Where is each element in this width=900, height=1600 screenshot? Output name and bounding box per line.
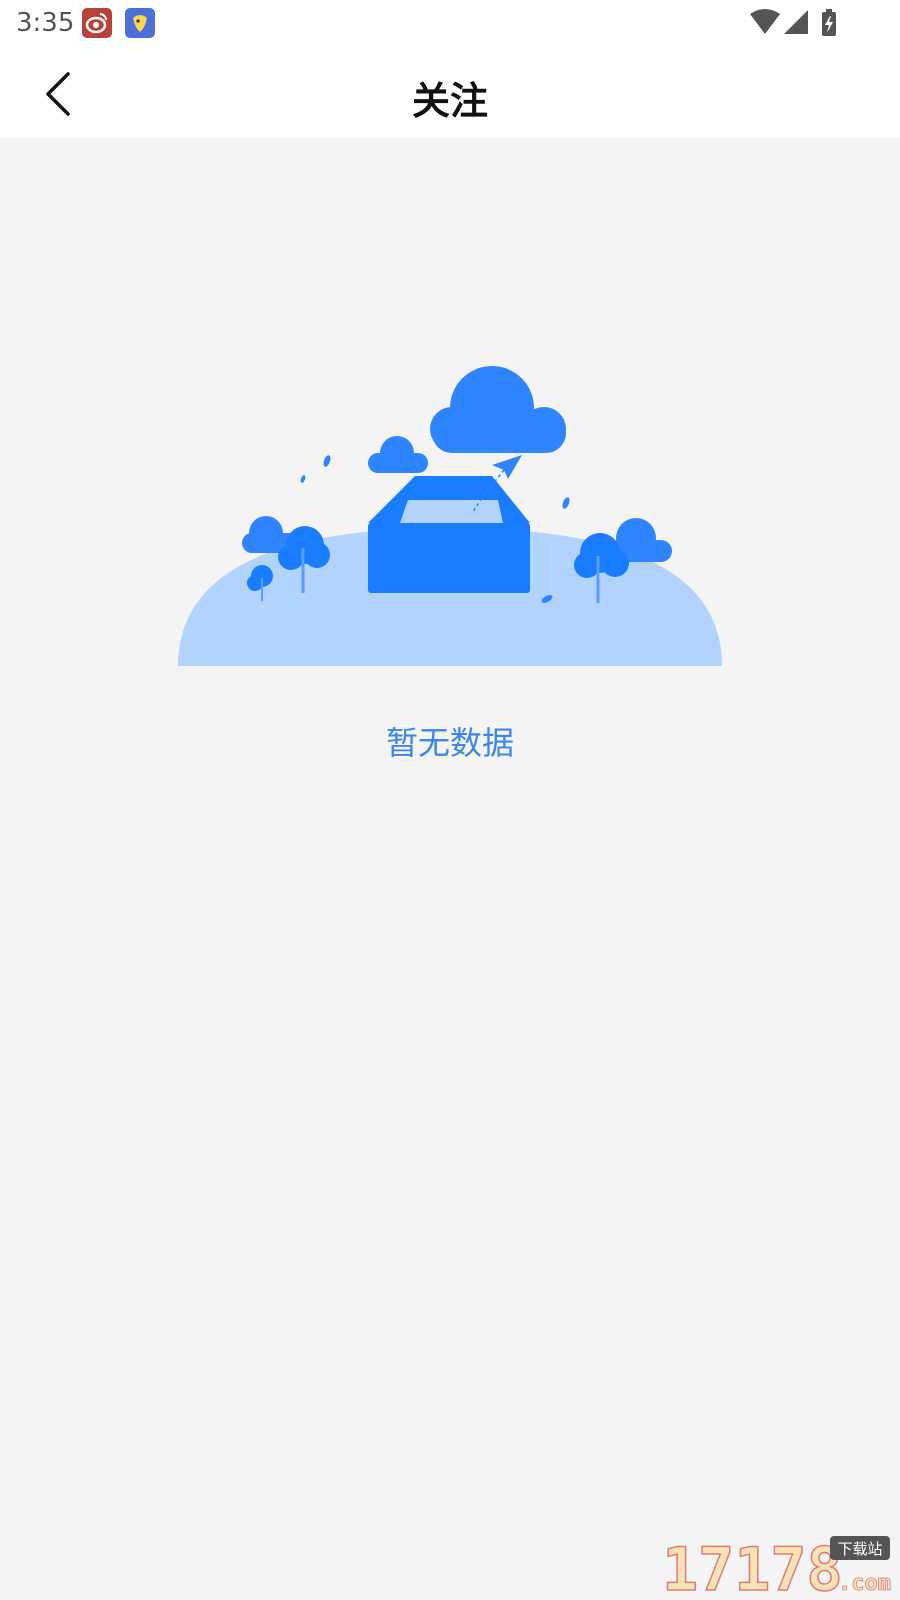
page-title: 关注: [411, 79, 488, 123]
empty-state-message: 暂无数据: [385, 724, 514, 762]
nav-bar: 关注: [0, 48, 900, 138]
watermark-badge: 下载站: [837, 1540, 882, 1558]
battery-charging-icon: [822, 9, 836, 36]
main-content: 暂无数据: [0, 138, 900, 1600]
watermark-suffix: .com: [838, 1571, 891, 1596]
leaf-icon: [562, 497, 570, 509]
watermark-logo: 17178 下载站 .com: [661, 1532, 892, 1600]
watermark-number: 17178: [662, 1535, 843, 1596]
status-icons: [750, 8, 850, 40]
cloud-icon: [368, 436, 428, 473]
signal-icon: [784, 10, 808, 34]
status-bar: 3:35: [0, 0, 900, 48]
wifi-icon: [750, 9, 780, 34]
empty-box-illustration: [170, 353, 730, 673]
cloud-icon: [430, 366, 566, 453]
leaf-icon: [323, 455, 331, 467]
bird-app-icon: [125, 8, 155, 38]
box-icon: [368, 476, 530, 593]
leaf-icon: [300, 475, 306, 483]
weibo-app-icon: [82, 8, 112, 38]
status-time: 3:35: [16, 8, 75, 38]
